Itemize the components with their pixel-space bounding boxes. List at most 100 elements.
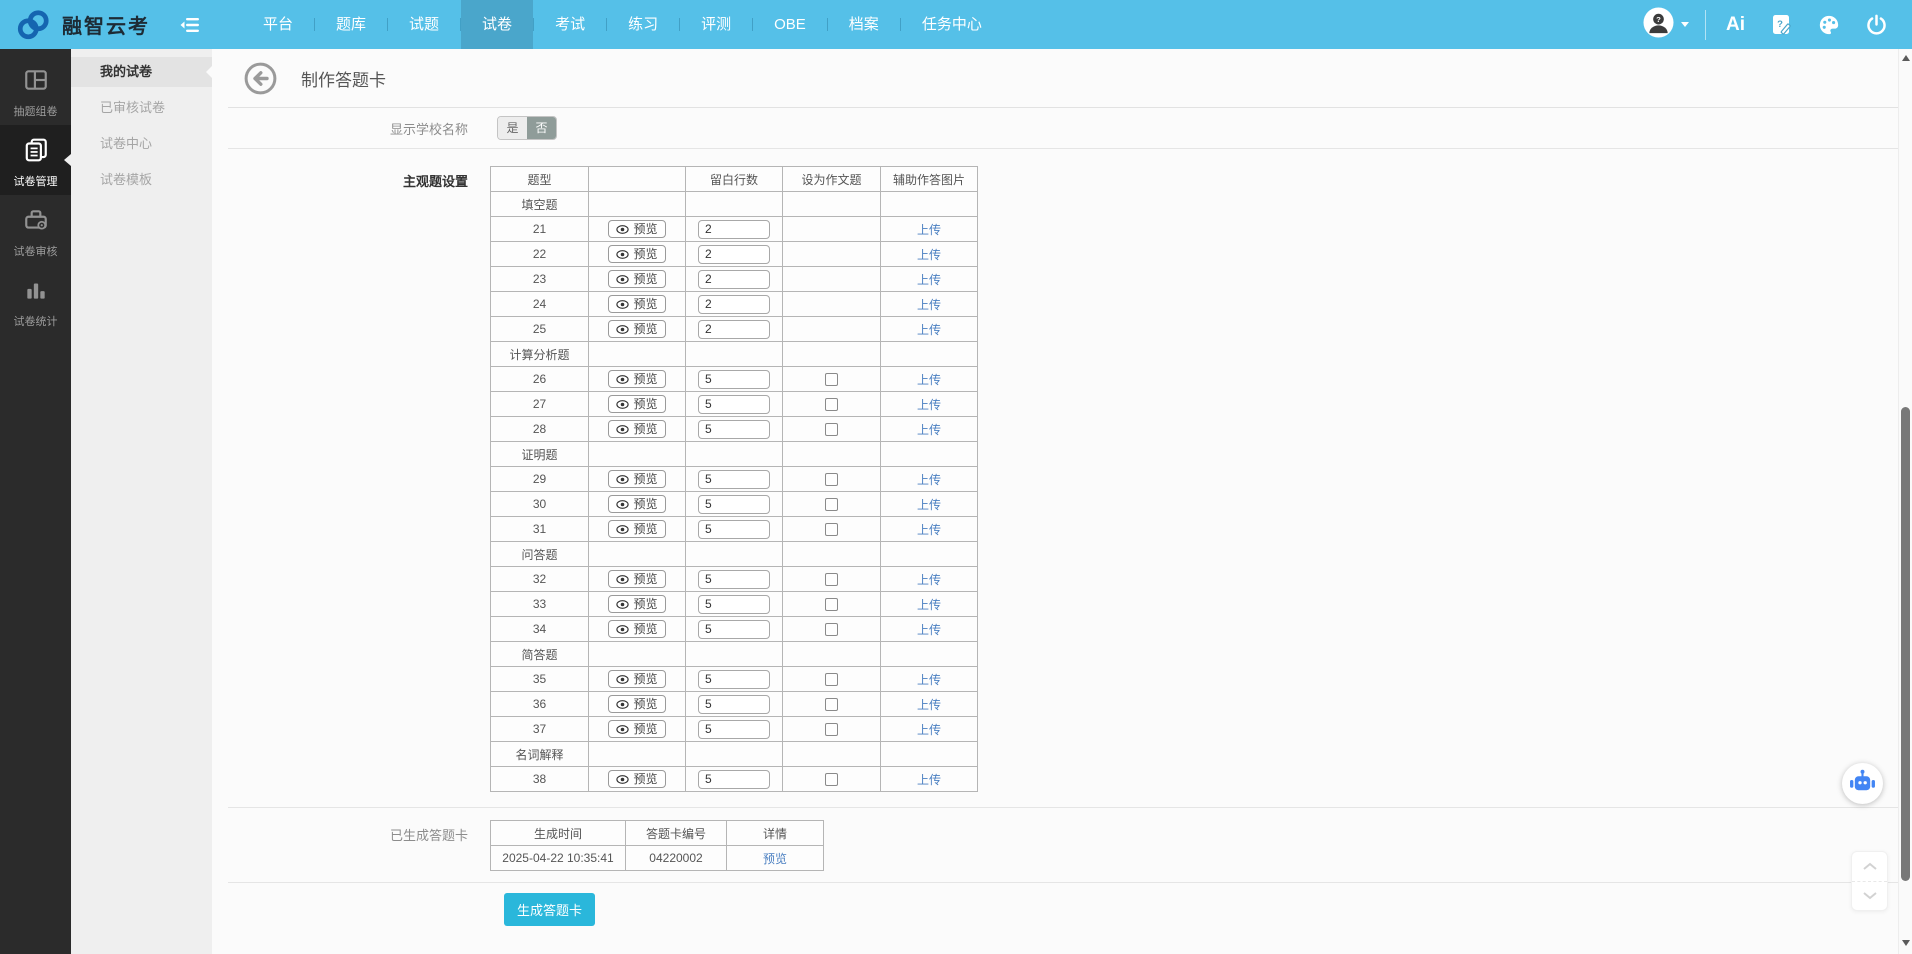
preview-button-32[interactable]: 预览 <box>608 570 665 588</box>
subsidebar-item-paper-center[interactable]: 试卷中心 <box>71 129 212 159</box>
upload-link-21[interactable]: 上传 <box>917 223 941 237</box>
blank-lines-input-34[interactable] <box>698 620 770 639</box>
preview-button-37[interactable]: 预览 <box>608 720 665 738</box>
assistant-robot-button[interactable] <box>1842 763 1883 804</box>
scrollbar-up-arrow[interactable] <box>1902 55 1910 61</box>
subsidebar-item-reviewed-papers[interactable]: 已审核试卷 <box>71 93 212 123</box>
theme-palette-icon[interactable] <box>1817 14 1841 36</box>
upload-link-24[interactable]: 上传 <box>917 298 941 312</box>
upload-link-29[interactable]: 上传 <box>917 473 941 487</box>
ai-assistant-icon[interactable]: Ai <box>1726 14 1745 36</box>
essay-checkbox-34[interactable] <box>825 623 838 636</box>
preview-button-36[interactable]: 预览 <box>608 695 665 713</box>
nav-item-platform[interactable]: 平台 <box>242 0 314 49</box>
sidebar-item-paper-review[interactable]: 试卷审核 <box>0 195 71 265</box>
toggle-no-button[interactable]: 否 <box>527 117 556 139</box>
preview-button-34[interactable]: 预览 <box>608 620 665 638</box>
essay-checkbox-26[interactable] <box>825 373 838 386</box>
nav-item-evaluation[interactable]: 评测 <box>680 0 752 49</box>
blank-lines-input-38[interactable] <box>698 770 770 789</box>
essay-checkbox-38[interactable] <box>825 773 838 786</box>
essay-checkbox-31[interactable] <box>825 523 838 536</box>
blank-lines-input-23[interactable] <box>698 270 770 289</box>
user-menu[interactable]: ? <box>1643 7 1689 43</box>
blank-lines-input-33[interactable] <box>698 595 770 614</box>
scroll-up-button[interactable] <box>1852 852 1887 881</box>
toggle-yes-button[interactable]: 是 <box>498 117 527 139</box>
essay-checkbox-29[interactable] <box>825 473 838 486</box>
preview-button-21[interactable]: 预览 <box>608 220 665 238</box>
preview-button-22[interactable]: 预览 <box>608 245 665 263</box>
upload-link-22[interactable]: 上传 <box>917 248 941 262</box>
preview-button-28[interactable]: 预览 <box>608 420 665 438</box>
upload-link-31[interactable]: 上传 <box>917 523 941 537</box>
upload-link-36[interactable]: 上传 <box>917 698 941 712</box>
blank-lines-input-32[interactable] <box>698 570 770 589</box>
upload-link-32[interactable]: 上传 <box>917 573 941 587</box>
essay-checkbox-33[interactable] <box>825 598 838 611</box>
essay-checkbox-27[interactable] <box>825 398 838 411</box>
blank-lines-input-24[interactable] <box>698 295 770 314</box>
essay-checkbox-36[interactable] <box>825 698 838 711</box>
nav-item-exams[interactable]: 考试 <box>534 0 606 49</box>
upload-link-28[interactable]: 上传 <box>917 423 941 437</box>
nav-item-task-center[interactable]: 任务中心 <box>901 0 1003 49</box>
nav-item-archives[interactable]: 档案 <box>828 0 900 49</box>
upload-link-27[interactable]: 上传 <box>917 398 941 412</box>
preview-button-26[interactable]: 预览 <box>608 370 665 388</box>
essay-checkbox-32[interactable] <box>825 573 838 586</box>
scroll-down-button[interactable] <box>1852 881 1887 910</box>
preview-button-29[interactable]: 预览 <box>608 470 665 488</box>
blank-lines-input-26[interactable] <box>698 370 770 389</box>
blank-lines-input-28[interactable] <box>698 420 770 439</box>
nav-item-practice[interactable]: 练习 <box>607 0 679 49</box>
preview-button-38[interactable]: 预览 <box>608 770 665 788</box>
subsidebar-item-paper-templates[interactable]: 试卷模板 <box>71 165 212 195</box>
preview-button-33[interactable]: 预览 <box>608 595 665 613</box>
upload-link-35[interactable]: 上传 <box>917 673 941 687</box>
upload-link-38[interactable]: 上传 <box>917 773 941 787</box>
subsidebar-item-my-papers[interactable]: 我的试卷 <box>71 57 212 87</box>
blank-lines-input-36[interactable] <box>698 695 770 714</box>
back-button[interactable] <box>244 62 277 95</box>
blank-lines-input-21[interactable] <box>698 220 770 239</box>
brand[interactable]: 融智云考 <box>0 8 150 42</box>
essay-checkbox-30[interactable] <box>825 498 838 511</box>
question-note-icon[interactable]: ? <box>1771 13 1793 37</box>
blank-lines-input-37[interactable] <box>698 720 770 739</box>
preview-button-30[interactable]: 预览 <box>608 495 665 513</box>
essay-checkbox-35[interactable] <box>825 673 838 686</box>
preview-button-24[interactable]: 预览 <box>608 295 665 313</box>
upload-link-37[interactable]: 上传 <box>917 723 941 737</box>
upload-link-30[interactable]: 上传 <box>917 498 941 512</box>
preview-button-25[interactable]: 预览 <box>608 320 665 338</box>
essay-checkbox-28[interactable] <box>825 423 838 436</box>
blank-lines-input-27[interactable] <box>698 395 770 414</box>
page-scrollbar[interactable] <box>1898 49 1912 954</box>
upload-link-23[interactable]: 上传 <box>917 273 941 287</box>
nav-item-questions[interactable]: 试题 <box>388 0 460 49</box>
scrollbar-down-arrow[interactable] <box>1902 940 1910 946</box>
generate-card-button[interactable]: 生成答题卡 <box>504 893 595 926</box>
menu-collapse-icon[interactable] <box>180 17 200 33</box>
essay-checkbox-37[interactable] <box>825 723 838 736</box>
nav-item-question-bank[interactable]: 题库 <box>315 0 387 49</box>
upload-link-25[interactable]: 上传 <box>917 323 941 337</box>
preview-button-27[interactable]: 预览 <box>608 395 665 413</box>
blank-lines-input-22[interactable] <box>698 245 770 264</box>
sidebar-item-paper-manage[interactable]: 试卷管理 <box>0 125 71 195</box>
blank-lines-input-31[interactable] <box>698 520 770 539</box>
preview-button-31[interactable]: 预览 <box>608 520 665 538</box>
upload-link-33[interactable]: 上传 <box>917 598 941 612</box>
preview-button-35[interactable]: 预览 <box>608 670 665 688</box>
sidebar-item-draw-assemble[interactable]: 抽题组卷 <box>0 55 71 125</box>
preview-button-23[interactable]: 预览 <box>608 270 665 288</box>
sidebar-item-paper-stats[interactable]: 试卷统计 <box>0 265 71 335</box>
nav-item-papers[interactable]: 试卷 <box>461 0 533 49</box>
blank-lines-input-25[interactable] <box>698 320 770 339</box>
blank-lines-input-30[interactable] <box>698 495 770 514</box>
blank-lines-input-29[interactable] <box>698 470 770 489</box>
scrollbar-thumb[interactable] <box>1901 407 1910 881</box>
upload-link-26[interactable]: 上传 <box>917 373 941 387</box>
power-logout-icon[interactable] <box>1865 13 1888 36</box>
